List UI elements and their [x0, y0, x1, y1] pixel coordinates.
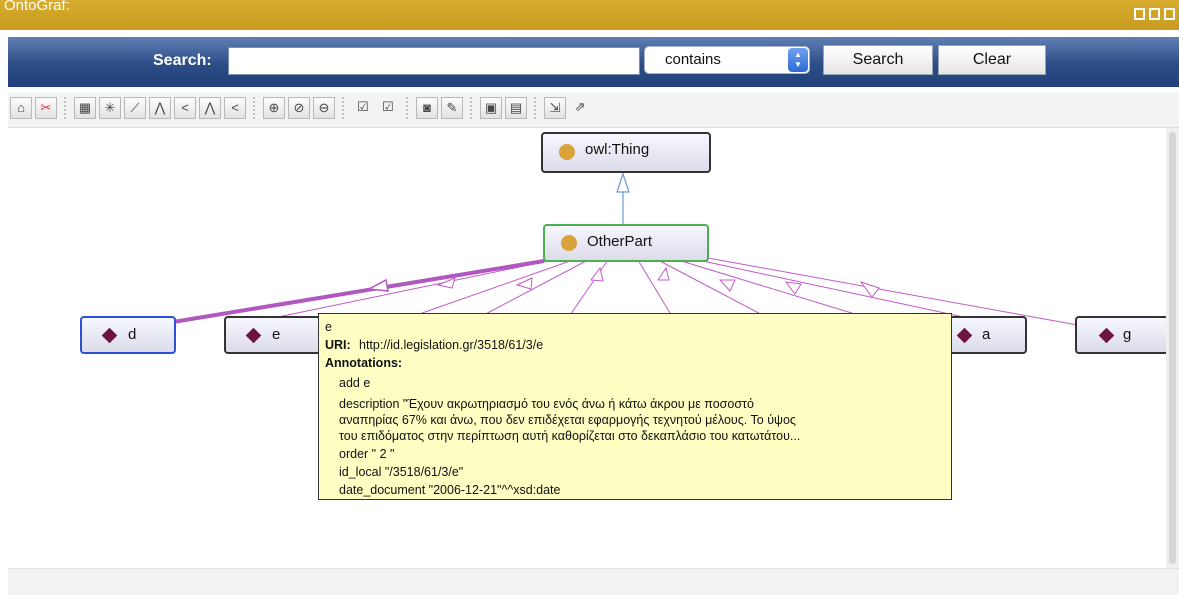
tree-horizontal-layout-alt-icon[interactable]: <: [224, 97, 246, 119]
node-label: a: [982, 326, 991, 343]
individual-icon: [1098, 327, 1115, 344]
class-icon: [561, 235, 577, 251]
tree-vertical-layout-alt-icon[interactable]: ⋀: [199, 97, 221, 119]
search-label: Search:: [153, 52, 212, 69]
search-bar: Search: contains ▲ ▼ Search Clear: [8, 37, 1179, 87]
search-mode-value: contains: [665, 51, 721, 68]
radial-layout-icon[interactable]: ✳: [99, 97, 121, 119]
maximize-window-icon[interactable]: [1164, 8, 1175, 20]
node-label: e: [272, 326, 281, 343]
node-individual-g[interactable]: g: [1075, 316, 1169, 354]
edit-image-icon[interactable]: ✎: [441, 97, 463, 119]
filter-node-types-icon[interactable]: ☑: [352, 97, 374, 119]
tooltip-uri-label: URI:: [325, 338, 351, 352]
zoom-fit-icon[interactable]: ⊘: [288, 97, 310, 119]
node-tooltip: e URI: http://id.legislation.gr/3518/61/…: [318, 313, 952, 500]
tooltip-uri: http://id.legislation.gr/3518/61/3/e: [359, 338, 544, 352]
toolbar: ⌂ ✂ ▦ ✳ ⟋ ⋀ < ⋀ < ⊕ ⊘ ⊖ ☑ ☑ ◙ ✎ ▣ ▤ ⇲ ⇗: [8, 93, 1179, 128]
clear-button[interactable]: Clear: [938, 45, 1046, 75]
tooltip-name: e: [325, 320, 332, 334]
tree-horizontal-layout-icon[interactable]: <: [174, 97, 196, 119]
zoom-out-icon[interactable]: ⊖: [313, 97, 335, 119]
window-title: OntoGraf:: [4, 0, 70, 14]
vertical-scrollbar[interactable]: [1166, 128, 1179, 568]
node-label: OtherPart: [587, 233, 653, 250]
status-bar: [8, 568, 1179, 595]
grid-layout-icon[interactable]: ▦: [74, 97, 96, 119]
scrollbar-thumb[interactable]: [1169, 132, 1176, 564]
individual-icon: [245, 327, 262, 344]
export-graph-icon[interactable]: ⇲: [544, 97, 566, 119]
node-label: d: [128, 326, 137, 343]
node-individual-e[interactable]: e: [224, 316, 322, 354]
class-icon: [559, 144, 575, 160]
annotation-add: add e: [339, 376, 371, 390]
spring-layout-icon[interactable]: ⟋: [124, 97, 146, 119]
node-individual-d[interactable]: d: [80, 316, 176, 354]
annotation-description-line2: αναπηρίας 67% και άνω, που δεν επιδέχετα…: [339, 413, 796, 427]
home-icon[interactable]: ⌂: [10, 97, 32, 119]
subclass-arrowhead: [616, 172, 630, 193]
annotation-description: description "Έχουν ακρωτηριασμό του ενός…: [339, 397, 754, 411]
search-mode-select[interactable]: contains ▲ ▼: [644, 46, 810, 74]
node-otherpart[interactable]: OtherPart: [543, 224, 709, 262]
tooltip-annotations-label: Annotations:: [325, 356, 403, 370]
external-export-icon[interactable]: ⇗: [569, 97, 591, 119]
open-folder-icon[interactable]: ▤: [505, 97, 527, 119]
tree-vertical-layout-icon[interactable]: ⋀: [149, 97, 171, 119]
camera-export-icon[interactable]: ◙: [416, 97, 438, 119]
save-icon[interactable]: ▣: [480, 97, 502, 119]
annotation-description-line3: του επιδόματος στην περίπτωση αυτή καθορ…: [339, 429, 801, 443]
filter-arc-types-icon[interactable]: ☑: [377, 97, 399, 119]
annotation-date-document: date_document "2006-12-21"^^xsd:date: [339, 483, 561, 497]
search-input[interactable]: [228, 47, 640, 75]
search-button[interactable]: Search: [823, 45, 933, 75]
node-label: g: [1123, 326, 1132, 343]
select-arrows-icon: ▲ ▼: [788, 48, 808, 72]
annotation-id-local: id_local "/3518/61/3/e": [339, 465, 464, 479]
title-bar: OntoGraf:: [0, 0, 1179, 30]
node-owl-thing[interactable]: owl:Thing: [541, 132, 711, 173]
minimize-window-icon[interactable]: [1149, 8, 1160, 20]
node-label: owl:Thing: [585, 141, 650, 158]
individual-icon: [956, 327, 973, 344]
annotation-order: order " 2 ": [339, 447, 395, 461]
tile-window-icon[interactable]: [1134, 8, 1145, 20]
zoom-in-icon[interactable]: ⊕: [263, 97, 285, 119]
individual-icon: [101, 327, 118, 344]
remove-node-icon[interactable]: ✂: [35, 97, 57, 119]
